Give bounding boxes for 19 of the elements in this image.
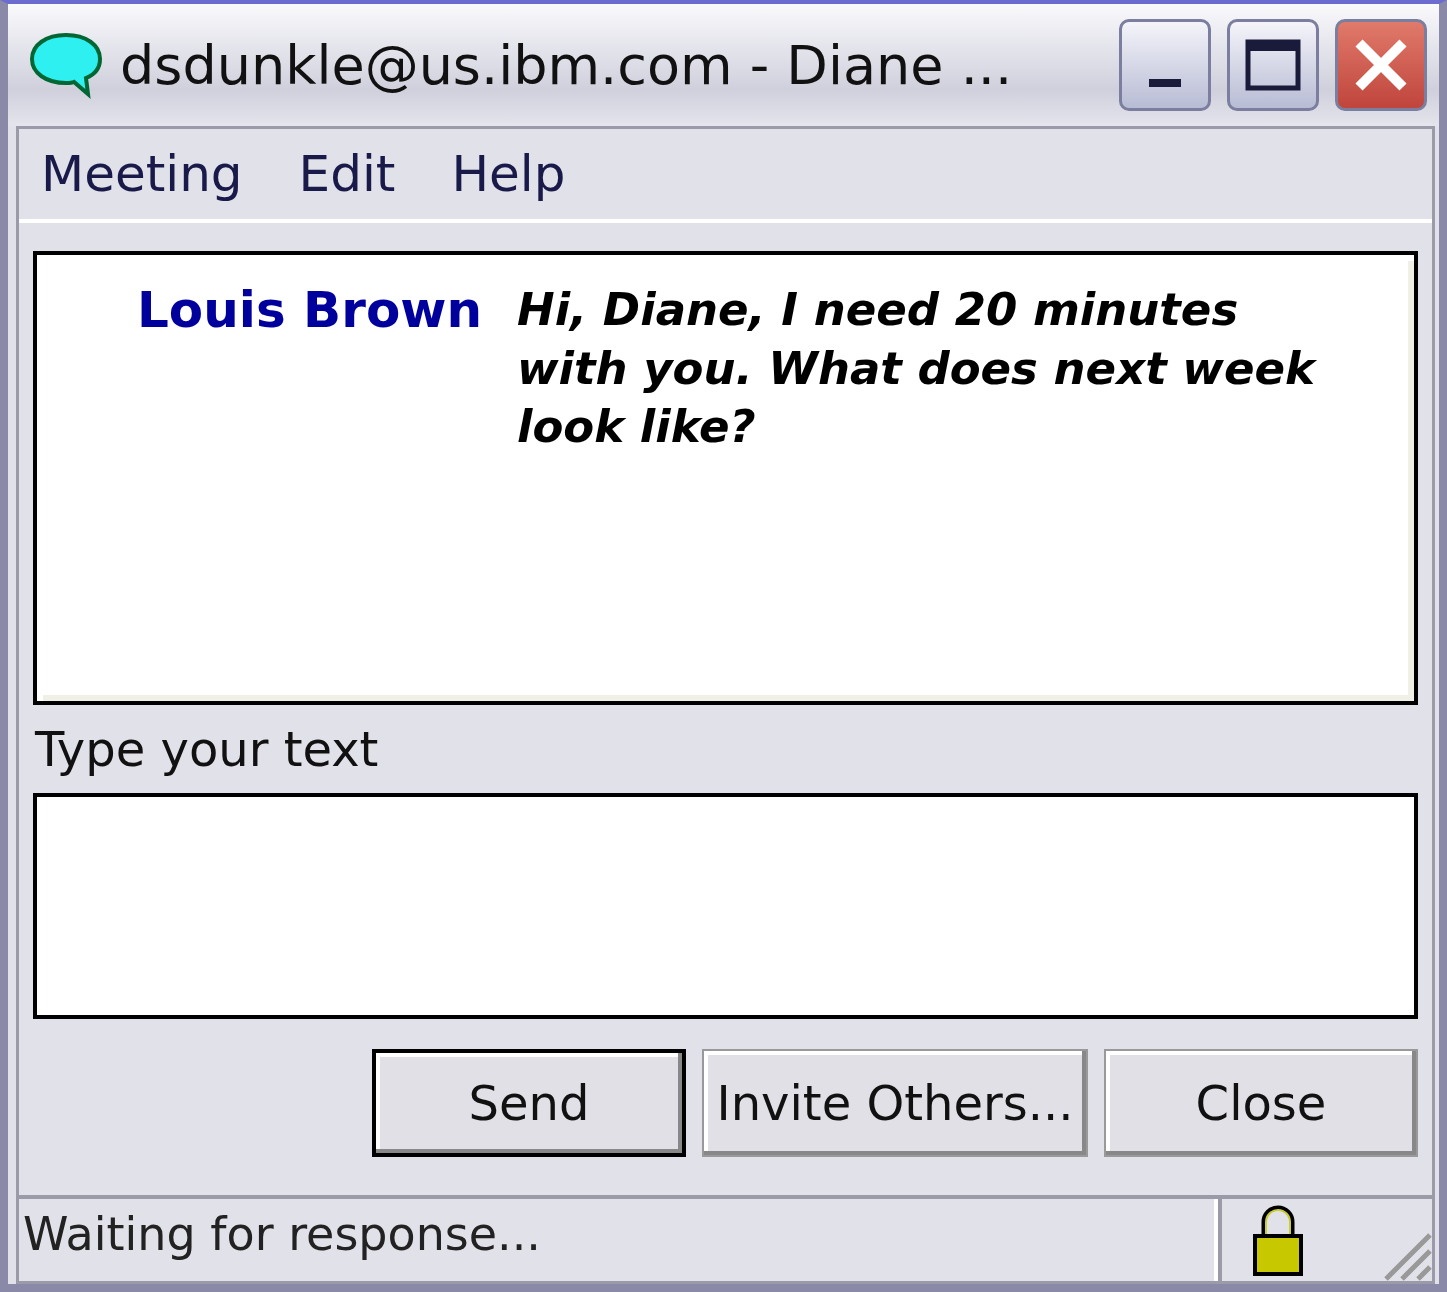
maximize-icon: [1245, 39, 1301, 91]
menu-item[interactable]: Help: [451, 145, 566, 203]
dialog-button[interactable]: Close: [1104, 1049, 1418, 1157]
window-title: dsdunkle@us.ibm.com - Diane ...: [120, 33, 1014, 97]
input-label: Type your text: [34, 720, 379, 779]
status-text: Waiting for response...: [19, 1199, 1218, 1281]
maximize-button[interactable]: [1227, 19, 1319, 111]
menu-item[interactable]: Meeting: [41, 145, 243, 203]
message-text: Hi, Diane, I need 20 minutes with you. What does next week look like?: [517, 282, 1318, 455]
speech-bubble-icon: [28, 31, 104, 99]
padlock-icon: [1252, 1204, 1304, 1276]
message-input[interactable]: [33, 793, 1418, 1019]
menu-item[interactable]: Edit: [298, 145, 396, 203]
default-button[interactable]: Send: [372, 1049, 686, 1157]
close-button[interactable]: [1335, 19, 1427, 111]
minimize-icon: [1149, 79, 1181, 87]
sender-name: Louis Brown: [137, 281, 483, 341]
minimize-button[interactable]: [1119, 19, 1211, 111]
dialog-button[interactable]: Invite Others...: [702, 1049, 1088, 1157]
